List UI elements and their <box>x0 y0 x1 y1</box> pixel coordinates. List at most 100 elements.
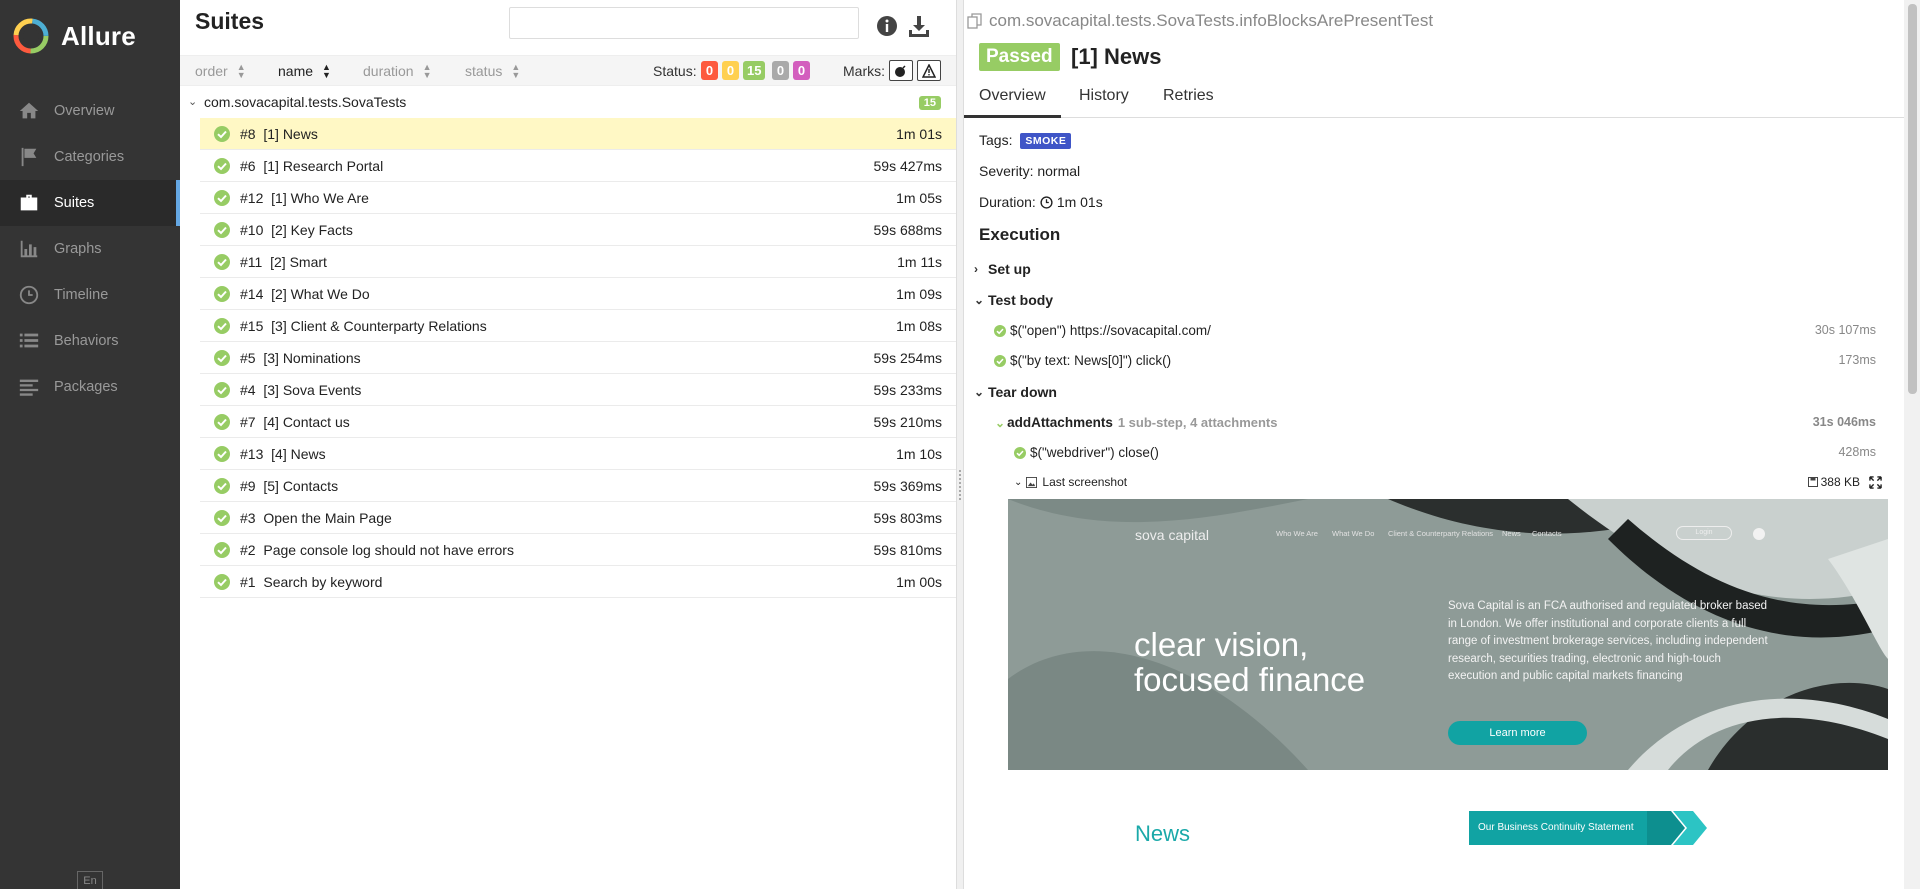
test-label: Open the Main Page <box>263 510 392 526</box>
test-number: #13 <box>240 446 264 462</box>
step-click[interactable]: $("by text: News[0]") click() <box>994 353 1171 368</box>
bar-chart-icon <box>20 240 38 258</box>
sort-status[interactable]: status ▲ ▼ <box>465 63 520 80</box>
test-label: [1] Who We Are <box>271 190 369 206</box>
test-label: [2] Smart <box>270 254 327 270</box>
brand[interactable]: Allure <box>0 0 180 72</box>
download-icon[interactable] <box>907 14 931 38</box>
check-circle-icon <box>214 574 230 590</box>
test-row[interactable]: #3 Open the Main Page 59s 803ms <box>200 502 956 534</box>
tag-badge[interactable]: SMOKE <box>1020 133 1072 149</box>
test-title: [1] News <box>1071 44 1162 69</box>
site-nav-link[interactable]: News <box>1502 529 1521 538</box>
sidebar-item-graphs[interactable]: Graphs <box>0 226 180 272</box>
site-nav-link[interactable]: Contacts <box>1532 529 1562 538</box>
status-badge: Passed <box>979 43 1060 71</box>
expand-icon[interactable] <box>1869 476 1882 489</box>
status-passed-badge[interactable]: 15 <box>743 61 766 80</box>
sort-order[interactable]: order ▲ ▼ <box>195 63 246 80</box>
attachment-header[interactable]: ⌄ Last screenshot <box>1014 475 1127 489</box>
test-detail-panel: com.sovacapital.tests.SovaTests.infoBloc… <box>964 0 1904 889</box>
teardown-stage[interactable]: ⌄ Tear down <box>974 384 1057 400</box>
test-row[interactable]: #8 [1] News 1m 01s <box>200 118 956 150</box>
vertical-scrollbar[interactable] <box>1904 0 1920 889</box>
step-close[interactable]: $("webdriver") close() <box>1014 445 1159 460</box>
check-circle-icon <box>214 478 230 494</box>
scrollbar-thumb[interactable] <box>1908 4 1917 394</box>
sidebar-item-categories[interactable]: Categories <box>0 134 180 180</box>
search-input[interactable] <box>509 7 859 39</box>
test-list: #8 [1] News 1m 01s #6 [1] Research Portal 5… <box>200 118 956 598</box>
site-search-icon[interactable] <box>1753 528 1765 540</box>
sort-name[interactable]: name ▲ ▼ <box>278 63 331 80</box>
step-open[interactable]: $("open") https://sovacapital.com/ <box>994 323 1211 338</box>
test-duration: 59s 810ms <box>873 542 942 558</box>
screenshot-preview[interactable]: sova capital Who We Are What We Do Clien… <box>1008 499 1888 889</box>
test-row[interactable]: #14 [2] What We Do 1m 09s <box>200 278 956 310</box>
execution-title: Execution <box>979 225 1061 244</box>
site-nav-link[interactable]: What We Do <box>1332 529 1374 538</box>
test-name: #4 [3] Sova Events <box>240 382 361 398</box>
step-text: $("webdriver") close() <box>1030 445 1159 460</box>
test-row[interactable]: #15 [3] Client & Counterparty Relations 1… <box>200 310 956 342</box>
step-add-attachments[interactable]: ⌄ addAttachments 1 sub-step, 4 attachmen… <box>995 415 1277 430</box>
test-row[interactable]: #10 [2] Key Facts 59s 688ms <box>200 214 956 246</box>
stage-label: Set up <box>988 261 1031 277</box>
test-row[interactable]: #4 [3] Sova Events 59s 233ms <box>200 374 956 406</box>
tab-overview[interactable]: Overview <box>979 87 1046 113</box>
sidebar-item-overview[interactable]: Overview <box>0 88 180 134</box>
sidebar-item-packages[interactable]: Packages <box>0 364 180 410</box>
tags-row: Tags: SMOKE <box>979 132 1072 149</box>
active-tab-indicator <box>964 115 1061 118</box>
site-nav-link[interactable]: Client & Counterparty Relations <box>1388 529 1493 538</box>
status-skipped-badge[interactable]: 0 <box>772 61 789 80</box>
setup-stage[interactable]: › Set up <box>974 261 1031 277</box>
test-row[interactable]: #12 [1] Who We Are 1m 05s <box>200 182 956 214</box>
test-duration: 59s 254ms <box>873 350 942 366</box>
duration-row: Duration: 1m 01s <box>979 194 1103 210</box>
sidebar-item-suites[interactable]: Suites <box>0 180 180 226</box>
check-circle-icon <box>214 350 230 366</box>
status-failed-badge[interactable]: 0 <box>701 61 718 80</box>
marks-filter-label: Marks: <box>843 63 885 79</box>
test-row[interactable]: #6 [1] Research Portal 59s 427ms <box>200 150 956 182</box>
image-icon <box>1026 476 1038 488</box>
step-text: $("open") https://sovacapital.com/ <box>1010 323 1211 338</box>
check-circle-icon <box>214 286 230 302</box>
severity-text: Severity: normal <box>979 163 1081 179</box>
test-name: #15 [3] Client & Counterparty Relations <box>240 318 487 334</box>
sort-duration[interactable]: duration ▲ ▼ <box>363 63 432 80</box>
check-circle-icon <box>214 446 230 462</box>
test-duration: 59s 233ms <box>873 382 942 398</box>
test-label: Page console log should not have errors <box>263 542 514 558</box>
site-login-button[interactable]: Login <box>1676 526 1732 540</box>
status-unknown-badge[interactable]: 0 <box>793 61 810 80</box>
language-switch[interactable]: En <box>77 871 103 889</box>
test-row[interactable]: #9 [5] Contacts 59s 369ms <box>200 470 956 502</box>
test-duration: 59s 210ms <box>873 414 942 430</box>
flaky-mark-button[interactable] <box>889 60 913 81</box>
pane-splitter[interactable] <box>956 0 964 889</box>
info-icon[interactable] <box>875 14 899 38</box>
step-duration: 31s 046ms <box>1812 415 1876 429</box>
learn-more-button[interactable]: Learn more <box>1448 721 1587 745</box>
new-failed-mark-button[interactable] <box>917 60 941 81</box>
status-broken-badge[interactable]: 0 <box>722 61 739 80</box>
test-row[interactable]: #7 [4] Contact us 59s 210ms <box>200 406 956 438</box>
sidebar-item-behaviors[interactable]: Behaviors <box>0 318 180 364</box>
suite-group-header[interactable]: ⌄ com.sovacapital.tests.SovaTests 15 <box>180 92 956 114</box>
site-nav-link[interactable]: Who We Are <box>1276 529 1318 538</box>
test-body-stage[interactable]: ⌄ Test body <box>974 292 1053 308</box>
test-row[interactable]: #2 Page console log should not have erro… <box>200 534 956 566</box>
test-row[interactable]: #1 Search by keyword 1m 00s <box>200 566 956 598</box>
test-name: #1 Search by keyword <box>240 574 382 590</box>
duration-label: Duration: <box>979 194 1036 210</box>
test-row[interactable]: #5 [3] Nominations 59s 254ms <box>200 342 956 374</box>
copy-icon[interactable] <box>967 13 983 29</box>
sidebar-item-timeline[interactable]: Timeline <box>0 272 180 318</box>
tab-retries[interactable]: Retries <box>1163 87 1214 113</box>
test-row[interactable]: #11 [2] Smart 1m 11s <box>200 246 956 278</box>
test-row[interactable]: #13 [4] News 1m 10s <box>200 438 956 470</box>
tab-history[interactable]: History <box>1079 87 1129 113</box>
sidebar: Allure Overview Categories Suites Graphs… <box>0 0 180 889</box>
